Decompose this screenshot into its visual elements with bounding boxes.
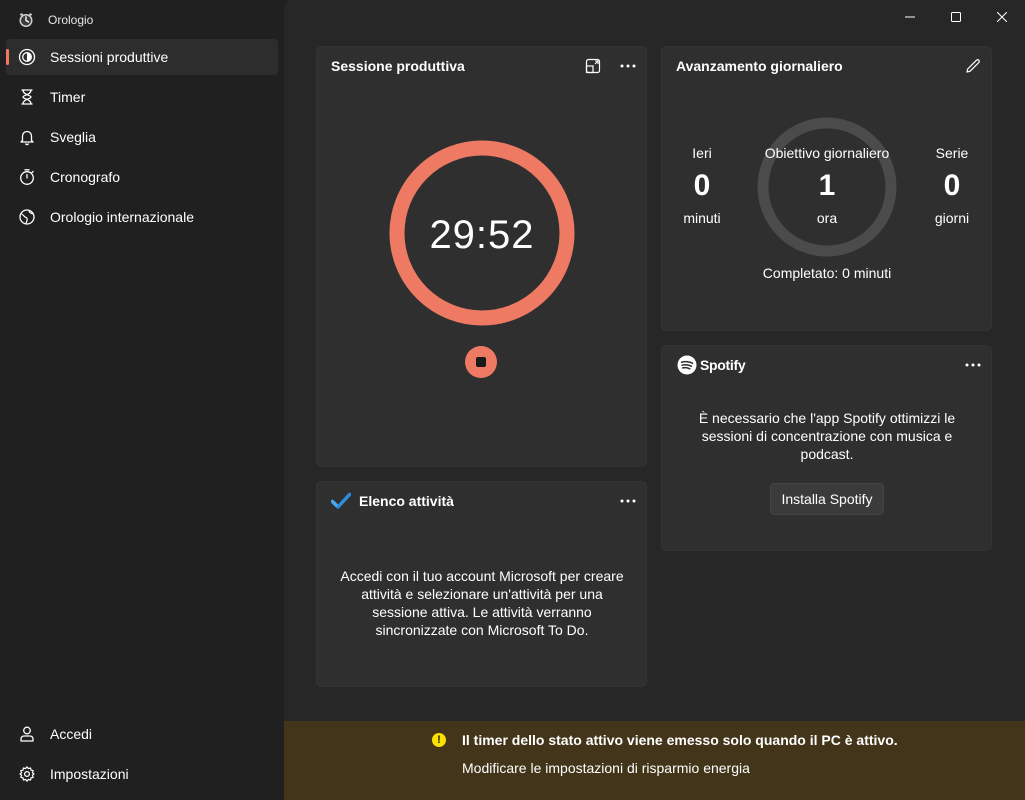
daily-goal-unit: ora [816,210,838,226]
bell-icon [18,128,36,146]
spotify-brand: Spotify [700,357,746,373]
task-list-card: Elenco attività Accedi con il tuo accoun… [316,481,647,687]
sidebar: Orologio Sessioni produttive Timer Svegl… [0,0,284,800]
spotify-message: È necessario che l'app Spotify ottimizzi… [698,410,956,462]
spotify-logo: Spotify [677,354,746,376]
minimize-button[interactable] [887,0,933,34]
yesterday-value: 0 [693,169,711,202]
app-title: Orologio [48,13,94,27]
task-list-message: Accedi con il tuo account Microsoft per … [340,568,624,638]
sidebar-item-label: Timer [50,89,86,105]
globe-icon [18,208,36,226]
compact-overlay-button[interactable] [580,53,606,79]
pencil-icon [966,59,980,73]
warning-icon: ! [432,733,446,747]
yesterday-unit: minuti [683,210,721,226]
daily-goal-value: 1 [818,169,836,202]
pop-out-icon [585,58,601,74]
edit-goal-button[interactable] [960,53,986,79]
minimize-icon [905,16,915,18]
sidebar-item-label: Orologio internazionale [50,209,194,225]
task-list-title: Elenco attività [359,493,454,509]
sidebar-item-accedi[interactable]: Accedi [6,716,278,752]
more-icon [620,64,636,68]
gear-icon [18,765,36,783]
app-window: Orologio Sessioni produttive Timer Svegl… [0,0,1025,800]
close-icon [997,12,1007,22]
focus-session-card: Sessione produttiva 29:52 [316,46,647,467]
focus-session-more-button[interactable] [615,53,641,79]
daily-progress-card: Avanzamento giornaliero Ieri 0 minuti Ob… [661,46,992,331]
sidebar-item-impostazioni[interactable]: Impostazioni [6,756,278,792]
close-button[interactable] [979,0,1025,34]
maximize-icon [951,12,961,22]
main-content: Sessione produttiva 29:52 Avanzamento gi… [284,0,1025,800]
stopwatch-icon [18,168,36,186]
sidebar-item-sveglia[interactable]: Sveglia [6,119,278,155]
completed-text: Completato: 0 minuti [762,265,892,281]
more-icon [965,363,981,367]
sidebar-item-timer[interactable]: Timer [6,79,278,115]
stop-button[interactable] [465,346,497,378]
banner-title: Il timer dello stato attivo viene emesso… [462,732,898,748]
sidebar-item-orologio-internazionale[interactable]: Orologio internazionale [6,199,278,235]
streak-label: Serie [935,145,969,161]
maximize-button[interactable] [933,0,979,34]
sidebar-item-label: Sessioni produttive [50,49,169,65]
todo-check-icon [331,492,351,509]
hourglass-icon [18,88,36,106]
streak-unit: giorni [934,210,970,226]
more-icon [620,499,636,503]
sidebar-item-label: Sveglia [50,129,96,145]
person-icon [18,725,36,743]
power-settings-link[interactable]: Modificare le impostazioni di risparmio … [462,760,750,776]
spotify-icon [677,355,697,375]
sidebar-bottom: Accedi Impostazioni [6,716,278,796]
install-spotify-button[interactable]: Installa Spotify [770,483,884,515]
clock-app-icon [19,13,33,27]
daily-progress-title: Avanzamento giornaliero [676,58,843,74]
task-list-more-button[interactable] [615,488,641,514]
yesterday-label: Ieri [692,145,712,161]
sidebar-item-sessioni-produttive[interactable]: Sessioni produttive [6,39,278,75]
app-title-bar: Orologio [18,10,93,30]
focus-session-title: Sessione produttiva [331,58,465,74]
streak-value: 0 [943,169,961,202]
focus-icon [18,48,36,66]
spotify-more-button[interactable] [960,352,986,378]
stop-icon [476,357,486,367]
power-warning-banner: ! Il timer dello stato attivo viene emes… [284,721,1025,800]
spotify-card: Spotify È necessario che l'app Spotify o… [661,345,992,551]
sidebar-item-cronografo[interactable]: Cronografo [6,159,278,195]
sidebar-item-label: Cronografo [50,169,121,185]
sidebar-item-label: Accedi [50,726,93,742]
window-controls [887,0,1025,34]
daily-goal-label: Obiettivo giornaliero [764,145,890,161]
timer-display: 29:52 [429,213,535,257]
sidebar-item-label: Impostazioni [50,766,129,782]
sidebar-nav: Sessioni produttive Timer Sveglia Cronog… [6,39,278,239]
